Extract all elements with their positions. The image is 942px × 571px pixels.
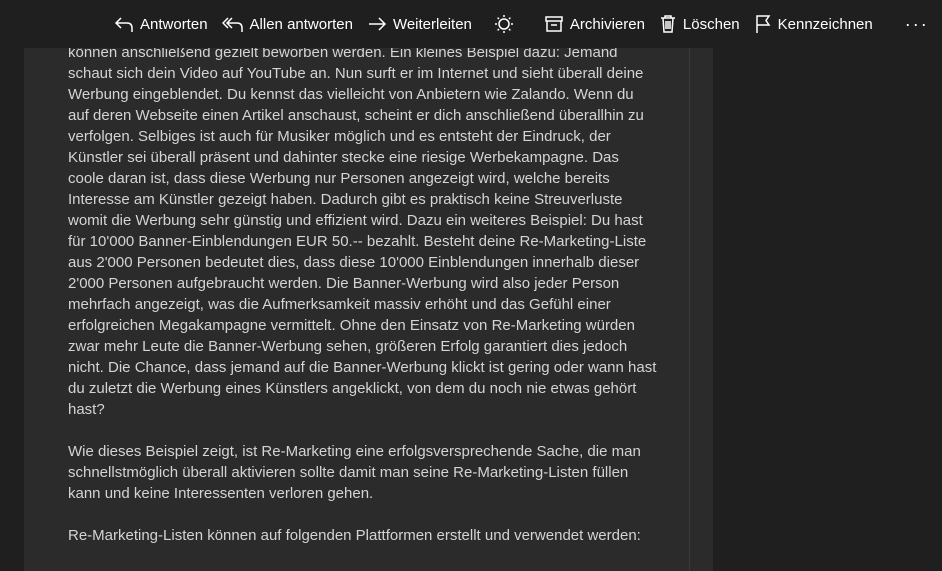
email-paragraph: Re-Marketing-Listen können auf folgenden… bbox=[68, 527, 641, 544]
reply-all-button[interactable]: Allen antworten bbox=[220, 4, 365, 44]
flag-label: Kennzeichnen bbox=[777, 15, 873, 33]
reply-all-icon bbox=[221, 17, 243, 32]
flag-icon bbox=[755, 15, 771, 33]
forward-label: Weiterleiten bbox=[392, 15, 472, 33]
email-body: können anschließend gezielt beworben wer… bbox=[68, 48, 658, 567]
more-button[interactable]: ··· bbox=[885, 4, 929, 44]
flag-button[interactable]: Kennzeichnen bbox=[752, 4, 885, 44]
reply-icon bbox=[114, 17, 133, 32]
email-paragraph: können anschließend gezielt beworben wer… bbox=[68, 48, 657, 418]
archive-label: Archivieren bbox=[569, 15, 645, 33]
forward-button[interactable]: Weiterleiten bbox=[365, 4, 484, 44]
more-icon: ··· bbox=[904, 13, 929, 34]
scroll-gutter[interactable] bbox=[690, 48, 713, 571]
archive-icon bbox=[545, 16, 563, 32]
delete-button[interactable]: Löschen bbox=[657, 4, 752, 44]
forward-icon bbox=[368, 17, 387, 31]
reply-all-label: Allen antworten bbox=[249, 15, 353, 33]
delete-label: Löschen bbox=[682, 15, 740, 33]
right-pane bbox=[713, 48, 942, 571]
message-toolbar: Antworten Allen antworten Weiterleiten A… bbox=[0, 0, 942, 48]
brightness-button[interactable] bbox=[484, 4, 542, 44]
reply-button[interactable]: Antworten bbox=[112, 4, 220, 44]
trash-icon bbox=[660, 15, 675, 33]
brightness-icon bbox=[494, 15, 513, 33]
archive-button[interactable]: Archivieren bbox=[542, 4, 657, 44]
left-margin bbox=[0, 48, 24, 571]
reply-label: Antworten bbox=[140, 15, 208, 33]
reading-pane[interactable]: können anschließend gezielt beworben wer… bbox=[24, 48, 690, 571]
email-paragraph: Wie dieses Beispiel zeigt, ist Re-Market… bbox=[68, 443, 641, 502]
